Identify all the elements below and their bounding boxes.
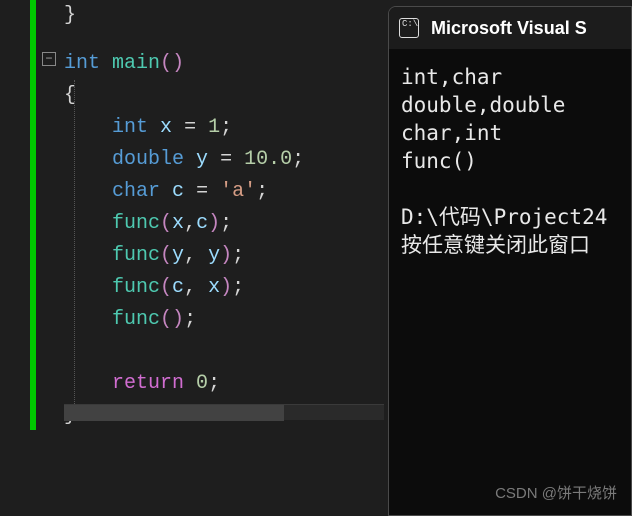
fold-toggle-icon[interactable]: − <box>42 52 56 66</box>
paren: ( <box>160 244 172 267</box>
code-line: } <box>64 0 390 32</box>
comma: , <box>184 212 196 235</box>
blank-line <box>64 336 390 368</box>
semicolon: ; <box>256 180 268 203</box>
identifier: y <box>196 148 208 171</box>
paren: ) <box>220 276 232 299</box>
paren: ( <box>160 308 172 331</box>
paren: ) <box>172 52 184 75</box>
blank-line <box>64 32 390 48</box>
function-call: func <box>112 308 160 331</box>
fold-gutter: − <box>36 0 64 516</box>
identifier: y <box>172 244 184 267</box>
watermark: CSDN @饼干烧饼 <box>495 482 617 503</box>
paren: ( <box>160 276 172 299</box>
code-area[interactable]: } int main() { int x = 1; double y = 10.… <box>64 0 390 516</box>
horizontal-scrollbar[interactable] <box>64 404 384 420</box>
identifier: c <box>172 276 184 299</box>
function-name: main <box>112 52 160 75</box>
paren: ) <box>172 308 184 331</box>
semicolon: ; <box>232 276 244 299</box>
terminal-icon: C:\ <box>399 18 419 38</box>
indent-guide <box>74 80 75 416</box>
paren: ) <box>220 244 232 267</box>
function-call: func <box>112 244 160 267</box>
code-line: func(c, x); <box>64 272 390 304</box>
keyword: return <box>112 372 184 395</box>
console-output[interactable]: int,char double,double char,int func() D… <box>389 49 631 269</box>
number: 10.0 <box>244 148 292 171</box>
char-literal: 'a' <box>220 180 256 203</box>
paren: ) <box>208 212 220 235</box>
semicolon: ; <box>292 148 304 171</box>
code-line: { <box>64 80 390 112</box>
semicolon: ; <box>220 212 232 235</box>
paren: ( <box>160 52 172 75</box>
function-call: func <box>112 276 160 299</box>
identifier: c <box>172 180 184 203</box>
code-editor[interactable]: − } int main() { int x = 1; double y = 1… <box>0 0 390 516</box>
identifier: y <box>208 244 220 267</box>
paren: ( <box>160 212 172 235</box>
operator: = <box>172 116 208 139</box>
keyword: double <box>112 148 184 171</box>
semicolon: ; <box>232 244 244 267</box>
keyword: int <box>64 52 100 75</box>
identifier: x <box>160 116 172 139</box>
number: 0 <box>196 372 208 395</box>
semicolon: ; <box>220 116 232 139</box>
identifier: x <box>208 276 220 299</box>
identifier: x <box>172 212 184 235</box>
semicolon: ; <box>184 308 196 331</box>
function-call: func <box>112 212 160 235</box>
console-window[interactable]: C:\ Microsoft Visual S int,char double,d… <box>388 6 632 516</box>
code-line: double y = 10.0; <box>64 144 390 176</box>
code-line: char c = 'a'; <box>64 176 390 208</box>
code-line: return 0; <box>64 368 390 400</box>
console-title: Microsoft Visual S <box>431 18 587 39</box>
scrollbar-thumb[interactable] <box>64 405 284 421</box>
operator: = <box>184 180 220 203</box>
operator: = <box>208 148 244 171</box>
code-line: func(x,c); <box>64 208 390 240</box>
number: 1 <box>208 116 220 139</box>
comma: , <box>184 244 208 267</box>
identifier: c <box>196 212 208 235</box>
semicolon: ; <box>208 372 220 395</box>
keyword: int <box>112 116 148 139</box>
code-line: int x = 1; <box>64 112 390 144</box>
code-line: int main() <box>64 48 390 80</box>
comma: , <box>184 276 208 299</box>
keyword: char <box>112 180 160 203</box>
code-line: func(); <box>64 304 390 336</box>
code-line: func(y, y); <box>64 240 390 272</box>
brace: } <box>64 4 76 27</box>
console-titlebar[interactable]: C:\ Microsoft Visual S <box>389 7 631 49</box>
